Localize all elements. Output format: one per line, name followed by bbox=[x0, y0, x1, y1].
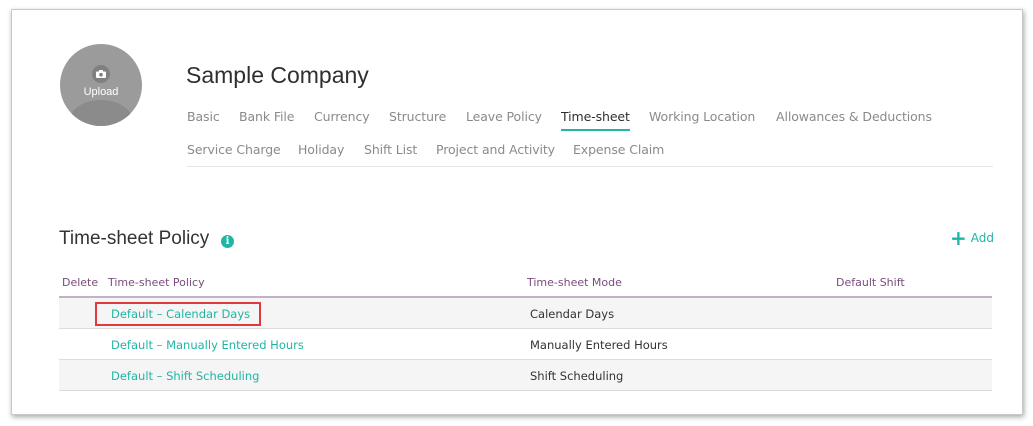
info-icon[interactable]: i bbox=[221, 235, 234, 248]
timesheet-policy-table: Delete Time-sheet Policy Time-sheet Mode… bbox=[59, 274, 992, 391]
company-logo-upload[interactable]: Upload bbox=[60, 44, 142, 126]
tab-allowances-deductions[interactable]: Allowances & Deductions bbox=[776, 109, 932, 124]
avatar-silhouette bbox=[70, 100, 132, 126]
policy-mode: Shift Scheduling bbox=[530, 369, 624, 383]
tab-working-location[interactable]: Working Location bbox=[649, 109, 755, 124]
section-title: Time-sheet Policy bbox=[59, 228, 210, 249]
policy-link[interactable]: Default – Calendar Days bbox=[111, 307, 250, 321]
policy-mode: Calendar Days bbox=[530, 307, 615, 321]
camera-icon bbox=[92, 65, 110, 83]
tab-holiday[interactable]: Holiday bbox=[298, 142, 344, 157]
tab-project-activity[interactable]: Project and Activity bbox=[436, 142, 555, 157]
tab-basic[interactable]: Basic bbox=[187, 109, 220, 124]
tab-currency[interactable]: Currency bbox=[314, 109, 370, 124]
tab-expense-claim[interactable]: Expense Claim bbox=[573, 142, 664, 157]
table-header: Delete Time-sheet Policy Time-sheet Mode… bbox=[59, 274, 992, 298]
table-row: Default – Shift Scheduling Shift Schedul… bbox=[59, 360, 992, 391]
tab-leave-policy[interactable]: Leave Policy bbox=[466, 109, 542, 124]
add-label: Add bbox=[970, 231, 994, 245]
upload-label: Upload bbox=[83, 86, 119, 98]
app-window: Upload Sample Company Basic Bank File Cu… bbox=[11, 9, 1023, 415]
tab-service-charge[interactable]: Service Charge bbox=[187, 142, 281, 157]
tab-time-sheet[interactable]: Time-sheet bbox=[561, 109, 630, 131]
header-mode: Time-sheet Mode bbox=[527, 276, 622, 289]
header-default-shift: Default Shift bbox=[836, 276, 905, 289]
tab-bank-file[interactable]: Bank File bbox=[239, 109, 294, 124]
header-policy: Time-sheet Policy bbox=[108, 276, 205, 289]
tab-shift-list[interactable]: Shift List bbox=[364, 142, 417, 157]
tab-structure[interactable]: Structure bbox=[389, 109, 446, 124]
table-row: Default – Calendar Days Calendar Days bbox=[59, 298, 992, 329]
add-policy-button[interactable]: + Add bbox=[950, 226, 994, 250]
policy-link[interactable]: Default – Manually Entered Hours bbox=[111, 338, 304, 352]
table-row: Default – Manually Entered Hours Manuall… bbox=[59, 329, 992, 360]
header-delete: Delete bbox=[62, 276, 99, 289]
plus-icon: + bbox=[950, 226, 967, 250]
company-title: Sample Company bbox=[186, 62, 369, 88]
policy-mode: Manually Entered Hours bbox=[530, 338, 668, 352]
company-tabs: Basic Bank File Currency Structure Leave… bbox=[187, 107, 993, 167]
policy-link[interactable]: Default – Shift Scheduling bbox=[111, 369, 259, 383]
